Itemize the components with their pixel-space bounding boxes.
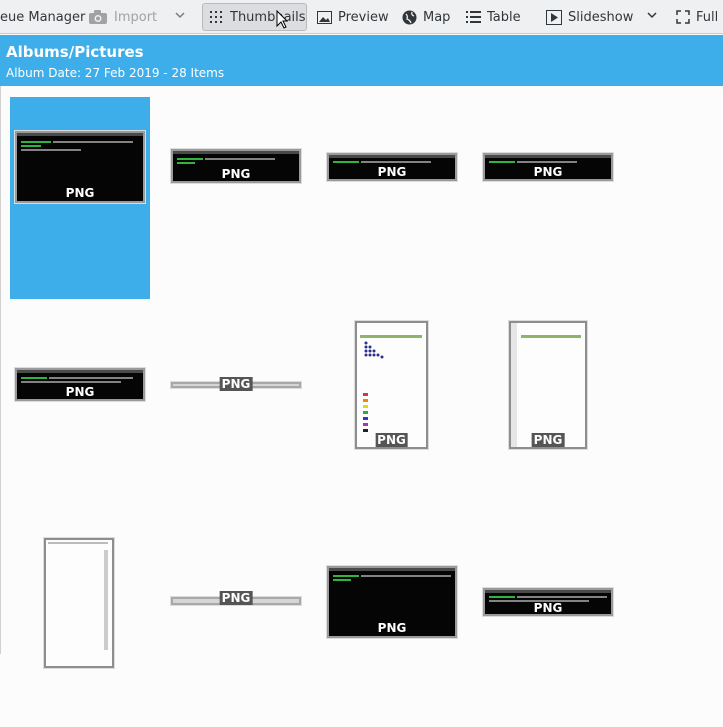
chevron-down-icon[interactable] xyxy=(174,9,186,21)
thumbnail-item[interactable]: PNG xyxy=(478,525,618,727)
thumbnail-image: PNG xyxy=(482,152,614,182)
thumbnails-label: Thumbnails xyxy=(230,9,306,25)
chevron-down-icon[interactable] xyxy=(646,9,658,21)
format-badge: PNG xyxy=(533,165,563,179)
format-badge: PNG xyxy=(375,433,408,447)
thumbnail-item[interactable]: PNG xyxy=(322,311,462,513)
thumbnail-item[interactable] xyxy=(10,525,150,727)
thumbnail-item[interactable]: PNG xyxy=(166,525,306,727)
thumbnail-image: PNG xyxy=(326,152,458,182)
format-badge: PNG xyxy=(219,377,253,391)
format-badge: PNG xyxy=(377,621,407,635)
list-icon xyxy=(466,11,481,23)
thumbnail-item[interactable]: PNG xyxy=(166,311,306,513)
thumbnail-image: PNG xyxy=(170,377,302,391)
play-icon xyxy=(546,9,562,25)
format-badge: PNG xyxy=(65,385,95,399)
thumbnail-image: PNG xyxy=(508,320,588,450)
import-label: Import xyxy=(114,9,158,25)
format-badge: PNG xyxy=(531,433,565,447)
full-screen-button[interactable]: Full S xyxy=(676,3,723,31)
thumbnail-image: PNG xyxy=(14,367,146,402)
queue-manager-button[interactable]: eue Manager xyxy=(0,3,85,31)
preview-label: Preview xyxy=(338,9,389,25)
camera-icon xyxy=(89,10,107,24)
grid-dots-icon xyxy=(210,11,222,23)
slideshow-button[interactable]: Slideshow xyxy=(546,3,633,31)
album-subtitle: Album Date: 27 Feb 2019 - 28 Items xyxy=(6,66,225,80)
album-header: Albums/Pictures Album Date: 27 Feb 2019 … xyxy=(0,35,723,86)
thumbnail-item[interactable]: PNG xyxy=(478,311,618,513)
fullscreen-icon xyxy=(676,10,690,24)
format-badge: PNG xyxy=(65,186,95,200)
image-icon xyxy=(317,10,332,24)
stars-pattern-icon xyxy=(364,341,384,359)
map-button[interactable]: Map xyxy=(402,3,450,31)
thumbnail-item[interactable]: PNG xyxy=(10,311,150,513)
thumbnail-image: PNG xyxy=(354,320,429,450)
thumbnail-item[interactable]: PNG xyxy=(166,97,306,299)
format-badge: PNG xyxy=(377,165,407,179)
main-toolbar: eue Manager Import Thumbnails Preview Ma… xyxy=(0,0,723,34)
format-badge: PNG xyxy=(219,591,253,605)
full-screen-label: Full S xyxy=(696,9,723,25)
album-title: Albums/Pictures xyxy=(6,43,144,61)
thumbnail-image: PNG xyxy=(170,591,302,606)
thumbnail-image: PNG xyxy=(326,565,458,639)
thumbnails-button[interactable]: Thumbnails xyxy=(202,3,307,31)
mouse-cursor-icon xyxy=(276,10,288,29)
preview-button[interactable]: Preview xyxy=(317,3,389,31)
queue-manager-label: eue Manager xyxy=(0,9,86,25)
thumbnail-image: PNG xyxy=(482,587,614,617)
thumbnail-item[interactable]: PNG xyxy=(322,525,462,727)
thumbnail-item[interactable]: PNG xyxy=(10,97,150,299)
globe-icon xyxy=(402,10,417,24)
format-badge: PNG xyxy=(533,601,563,615)
import-button[interactable]: Import xyxy=(88,3,157,31)
thumbnail-item[interactable]: PNG xyxy=(322,97,462,299)
thumbnail-image: PNG xyxy=(14,130,146,204)
map-label: Map xyxy=(423,9,451,25)
thumbnail-item[interactable]: PNG xyxy=(478,97,618,299)
table-button[interactable]: Table xyxy=(466,3,521,31)
thumbnail-image: PNG xyxy=(170,148,302,184)
thumbnail-image xyxy=(43,537,115,669)
table-label: Table xyxy=(487,9,521,25)
format-badge: PNG xyxy=(221,167,251,181)
slideshow-label: Slideshow xyxy=(568,9,634,25)
thumbnail-grid: PNG PNG PNG PNG PNG PNG PNG PNG PNG PNG … xyxy=(0,86,723,669)
